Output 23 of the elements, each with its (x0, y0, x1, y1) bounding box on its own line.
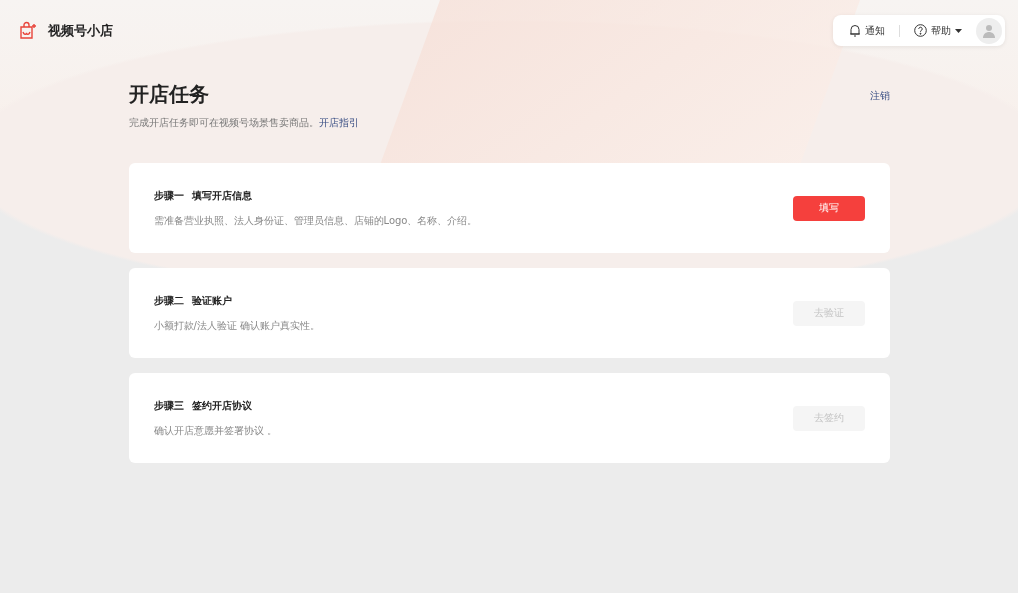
guide-link[interactable]: 开店指引 (318, 117, 359, 128)
help-icon (914, 24, 927, 37)
step-number: 步骤二 (153, 293, 184, 308)
step-description: 小额打款/法人验证 确认账户真实性。 (153, 318, 321, 333)
step-description: 需准备营业执照、法人身份证、管理员信息、店铺的Logo、名称、介绍。 (153, 213, 478, 228)
help-button[interactable]: 帮助 (914, 23, 962, 38)
caret-icon (955, 28, 962, 33)
brand-name: 视频号小店 (48, 21, 113, 40)
page-subtitle: 完成开店任务即可在视频号场景售卖商品。 (128, 117, 319, 128)
bell-icon (849, 24, 861, 37)
notifications-button[interactable]: 通知 (849, 23, 885, 38)
logout-link[interactable]: 注销 (869, 89, 890, 103)
step-title: 验证账户 (191, 293, 232, 308)
step-description: 确认开店意愿并签署协议 。 (153, 423, 277, 438)
step-action-button[interactable]: 填写 (792, 195, 865, 221)
step-number: 步骤一 (153, 188, 184, 203)
page-title: 开店任务 (128, 81, 210, 108)
step-title: 签约开店协议 (191, 398, 252, 413)
shopping-bag-icon (18, 20, 38, 41)
step-number: 步骤三 (153, 398, 184, 413)
user-silhouette-icon (982, 23, 996, 38)
avatar[interactable] (976, 17, 1002, 44)
step-title: 填写开店信息 (191, 188, 252, 203)
